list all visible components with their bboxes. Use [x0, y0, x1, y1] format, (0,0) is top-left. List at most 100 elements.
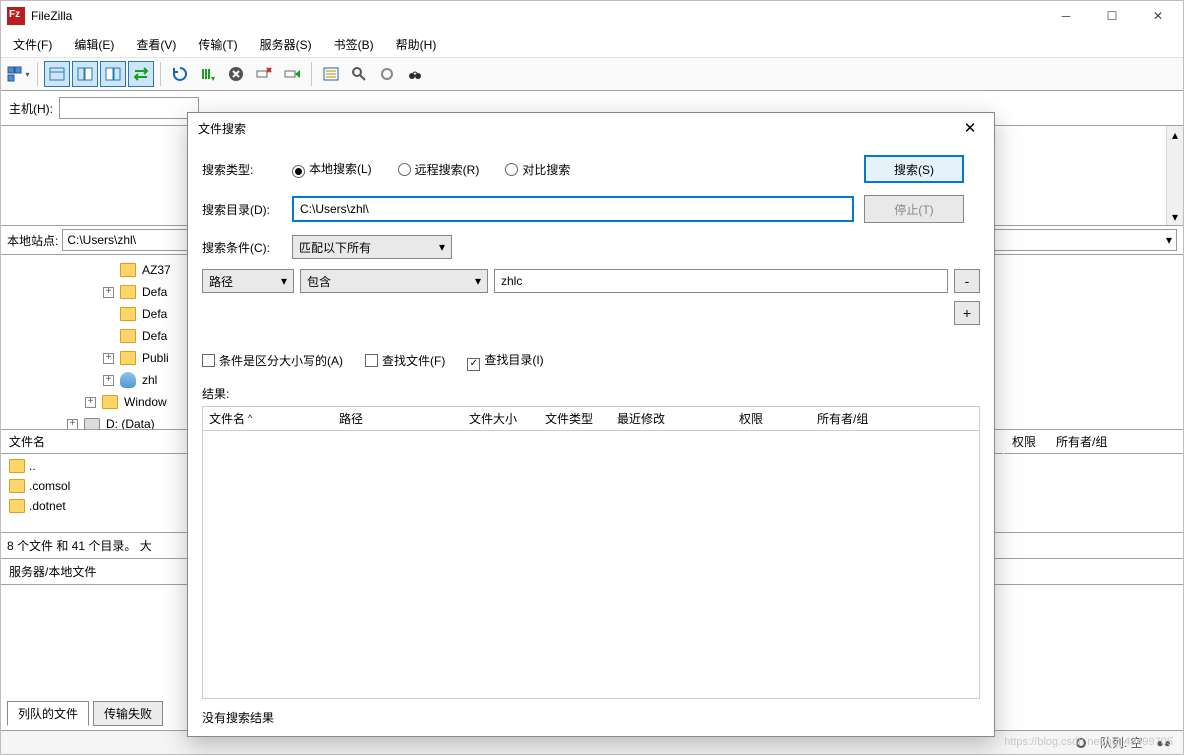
results-list[interactable] — [202, 430, 980, 700]
checkbox-search-dirs[interactable]: 查找目录(I) — [467, 351, 543, 371]
checkbox-search-files[interactable]: 查找文件(F) — [365, 352, 445, 369]
search-type-radios: 本地搜索(L) 远程搜索(R) 对比搜索 — [292, 160, 854, 178]
options-row: 条件是区分大小写的(A) 查找文件(F) 查找目录(I) — [188, 347, 994, 385]
disconnect-button[interactable] — [251, 61, 277, 87]
folder-icon — [9, 459, 25, 473]
folder-icon — [9, 479, 25, 493]
tree-item[interactable]: Defa — [142, 329, 167, 343]
dialog-footer-status: 没有搜索结果 — [188, 699, 994, 736]
criteria-row: 路径▾ 包含▾ - — [188, 265, 994, 293]
col-perm[interactable]: 权限 — [1012, 433, 1036, 450]
toggle-localtree-button[interactable] — [72, 61, 98, 87]
remove-criteria-button[interactable]: - — [954, 269, 980, 293]
results-header: 文件名 ^ 路径 文件大小 文件类型 最近修改 权限 所有者/组 — [202, 406, 980, 430]
col-owner[interactable]: 所有者/组 — [1056, 433, 1107, 450]
menu-edit[interactable]: 编辑(E) — [68, 34, 120, 55]
criteria-field-select[interactable]: 路径▾ — [202, 269, 294, 293]
tree-item[interactable]: Defa — [142, 285, 167, 299]
list-item[interactable]: .. — [29, 459, 36, 473]
minimize-button[interactable]: ─ — [1043, 1, 1089, 31]
expander-icon[interactable]: + — [85, 397, 96, 408]
cancel-button-toolbar[interactable] — [223, 61, 249, 87]
criteria-value-input[interactable] — [494, 269, 948, 293]
file-search-dialog: 文件搜索 ✕ 搜索类型: 本地搜索(L) 远程搜索(R) 对比搜索 搜索(S) … — [187, 112, 995, 737]
directory-compare-button[interactable] — [346, 61, 372, 87]
tree-item[interactable]: Window — [124, 395, 167, 409]
maximize-button[interactable]: ☐ — [1089, 1, 1135, 31]
list-item[interactable]: .comsol — [29, 479, 70, 493]
refresh-button[interactable] — [167, 61, 193, 87]
menu-bar: 文件(F) 编辑(E) 查看(V) 传输(T) 服务器(S) 书签(B) 帮助(… — [1, 31, 1183, 57]
tab-failed-transfers[interactable]: 传输失败 — [93, 701, 163, 726]
menu-transfer[interactable]: 传输(T) — [192, 34, 243, 55]
process-queue-button[interactable] — [195, 61, 221, 87]
menu-bookmarks[interactable]: 书签(B) — [328, 34, 380, 55]
folder-icon — [9, 499, 25, 513]
search-type-label: 搜索类型: — [202, 161, 282, 178]
menu-view[interactable]: 查看(V) — [130, 34, 182, 55]
watermark-text: https://blog.csdn.net/qq_43499705 — [1004, 736, 1173, 748]
checkbox-icon — [202, 354, 215, 367]
remote-file-header: 权限 所有者/组 — [1004, 430, 1183, 454]
add-criteria-button[interactable]: + — [954, 301, 980, 325]
filter-button[interactable] — [318, 61, 344, 87]
folder-icon — [120, 307, 136, 321]
col-filename[interactable]: 文件名 — [9, 433, 45, 450]
stop-button[interactable]: 停止(T) — [864, 195, 964, 223]
toggle-messagelog-button[interactable] — [44, 61, 70, 87]
user-folder-icon — [120, 372, 136, 388]
radio-icon — [398, 163, 411, 176]
radio-compare-search[interactable]: 对比搜索 — [505, 161, 570, 178]
menu-file[interactable]: 文件(F) — [7, 34, 58, 55]
site-manager-button[interactable] — [5, 61, 31, 87]
checkbox-icon — [365, 354, 378, 367]
results-label: 结果: — [188, 385, 994, 406]
dialog-title-bar: 文件搜索 ✕ — [188, 113, 994, 143]
drive-icon — [84, 418, 100, 430]
checkbox-case-sensitive[interactable]: 条件是区分大小写的(A) — [202, 352, 343, 369]
col-owner[interactable]: 所有者/组 — [817, 410, 973, 427]
expander-icon[interactable]: + — [103, 375, 114, 386]
radio-local-search[interactable]: 本地搜索(L) — [292, 160, 372, 178]
search-button[interactable]: 搜索(S) — [864, 155, 964, 183]
criteria-op-select[interactable]: 包含▾ — [300, 269, 488, 293]
close-button[interactable]: ✕ — [1135, 1, 1181, 31]
toggle-remotetree-button[interactable] — [100, 61, 126, 87]
chevron-down-icon: ▾ — [1166, 233, 1172, 247]
col-size[interactable]: 文件大小 — [469, 410, 545, 427]
menu-server[interactable]: 服务器(S) — [254, 34, 318, 55]
scrollbar[interactable]: ▴ ▾ — [1166, 126, 1183, 225]
search-directory-input[interactable] — [292, 196, 854, 222]
expander-icon[interactable]: + — [103, 353, 114, 364]
sync-browse-button[interactable] — [374, 61, 400, 87]
col-perm[interactable]: 权限 — [739, 410, 817, 427]
scroll-down-icon[interactable]: ▾ — [1167, 208, 1183, 225]
local-site-label: 本地站点: — [7, 232, 58, 249]
reconnect-button[interactable] — [279, 61, 305, 87]
col-modified[interactable]: 最近修改 — [617, 410, 739, 427]
folder-icon — [120, 329, 136, 343]
app-title: FileZilla — [31, 9, 1043, 23]
tree-item[interactable]: Defa — [142, 307, 167, 321]
search-button-toolbar[interactable] — [402, 61, 428, 87]
tab-queued-files[interactable]: 列队的文件 — [7, 701, 89, 726]
host-input[interactable] — [59, 97, 199, 119]
menu-help[interactable]: 帮助(H) — [390, 34, 443, 55]
search-cond-label: 搜索条件(C): — [202, 239, 282, 256]
radio-remote-search[interactable]: 远程搜索(R) — [398, 161, 480, 178]
expander-icon[interactable]: + — [103, 287, 114, 298]
scroll-up-icon[interactable]: ▴ — [1167, 126, 1183, 143]
list-item[interactable]: .dotnet — [29, 499, 66, 513]
expander-icon[interactable]: + — [67, 419, 78, 430]
tree-item[interactable]: AZ37 — [142, 263, 171, 277]
dialog-close-button[interactable]: ✕ — [956, 114, 984, 142]
col-type[interactable]: 文件类型 — [545, 410, 617, 427]
tree-item[interactable]: Publi — [142, 351, 169, 365]
col-name[interactable]: 文件名 ^ — [209, 410, 339, 427]
tree-item[interactable]: zhl — [142, 373, 157, 387]
folder-icon — [102, 395, 118, 409]
col-path[interactable]: 路径 — [339, 410, 469, 427]
tree-item[interactable]: D: (Data) — [106, 417, 155, 430]
toggle-transferqueue-button[interactable] — [128, 61, 154, 87]
condition-match-select[interactable]: 匹配以下所有▾ — [292, 235, 452, 259]
